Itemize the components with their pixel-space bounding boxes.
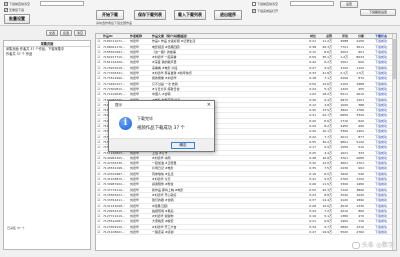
table-scrollbar[interactable]	[392, 34, 396, 250]
settings-button[interactable]: 设置	[340, 1, 358, 8]
row-author: 刘德华	[130, 229, 140, 234]
ok-button[interactable]: 确定	[171, 142, 195, 149]
close-icon[interactable]: ×	[207, 101, 211, 109]
dialog-message: 视频作品下载成功 37 个	[137, 126, 185, 131]
toolbar: 下载前自动清空 无重复下载 批量设置 开始下载 保存下载列表 载入下载列表 退出…	[0, 0, 400, 36]
save-list-button[interactable]: 保存下载列表	[134, 10, 166, 20]
start-download-button[interactable]: 开始下载	[96, 10, 124, 20]
dialog-title: 提示	[115, 103, 123, 107]
info-icon: i	[119, 117, 132, 130]
exit-button[interactable]: 退出程序	[214, 10, 242, 20]
scroll-thumb[interactable]	[393, 39, 396, 79]
table-row[interactable]: ☑ 7121108001... 刘德华 一路走来 #感谢 0:47 19.9万 5520 27…	[96, 229, 396, 236]
right-path-select[interactable]	[290, 1, 334, 6]
dialog-footer: 确定	[109, 138, 214, 151]
clear-button[interactable]: 清空	[74, 30, 86, 36]
app-window: 下载前自动清空 无重复下载 批量设置 开始下载 保存下载列表 载入下载列表 退出…	[0, 0, 400, 257]
filter-label: 请勾选作者后下载全部作品	[96, 21, 133, 25]
download-path-button[interactable]: 下载路径设置	[360, 9, 396, 16]
collection-row[interactable]: 作者共 37 个 作品	[4, 52, 90, 57]
load-list-button[interactable]: 载入下载列表	[174, 10, 206, 20]
select-all-button[interactable]: 全选	[46, 30, 58, 36]
batch-settings-button[interactable]: 批量设置	[4, 14, 30, 24]
watermark: 头条 @数字	[351, 240, 394, 249]
collection-panel: 采集页面 采集页面 作者共 37 个作品，下载采集中 作者共 37 个 作品 已…	[3, 40, 91, 250]
info-dialog: 提示 × i 下载完毕 视频作品下载成功 37 个 确定	[108, 100, 215, 152]
row-duration: 0:47	[309, 229, 316, 234]
watermark-icon	[351, 242, 360, 249]
invert-select-button[interactable]: 反选	[60, 30, 72, 36]
auto-clear-check[interactable]: 下载前自动清空	[4, 2, 30, 6]
row-comments: 5520	[340, 229, 348, 234]
row-desc: 一路走来 #感谢	[152, 229, 174, 234]
no-dup-check[interactable]: 无重复下载	[4, 8, 24, 12]
dialog-heading: 下载完毕	[137, 116, 153, 121]
row-id: 7121108001...	[103, 229, 125, 234]
row-likes: 19.9万	[322, 229, 332, 234]
row-check[interactable]: ☑	[96, 230, 102, 235]
dialog-title-bar: 提示 ×	[109, 101, 214, 109]
path-select[interactable]	[40, 1, 84, 6]
right-auto-clear-check[interactable]: 下载前自动清空	[252, 2, 278, 6]
collection-count: 已采集 37 个	[7, 226, 25, 230]
row-shares: 2760	[356, 229, 364, 234]
open-after-download-check[interactable]: 下载完成后打开	[252, 9, 278, 13]
